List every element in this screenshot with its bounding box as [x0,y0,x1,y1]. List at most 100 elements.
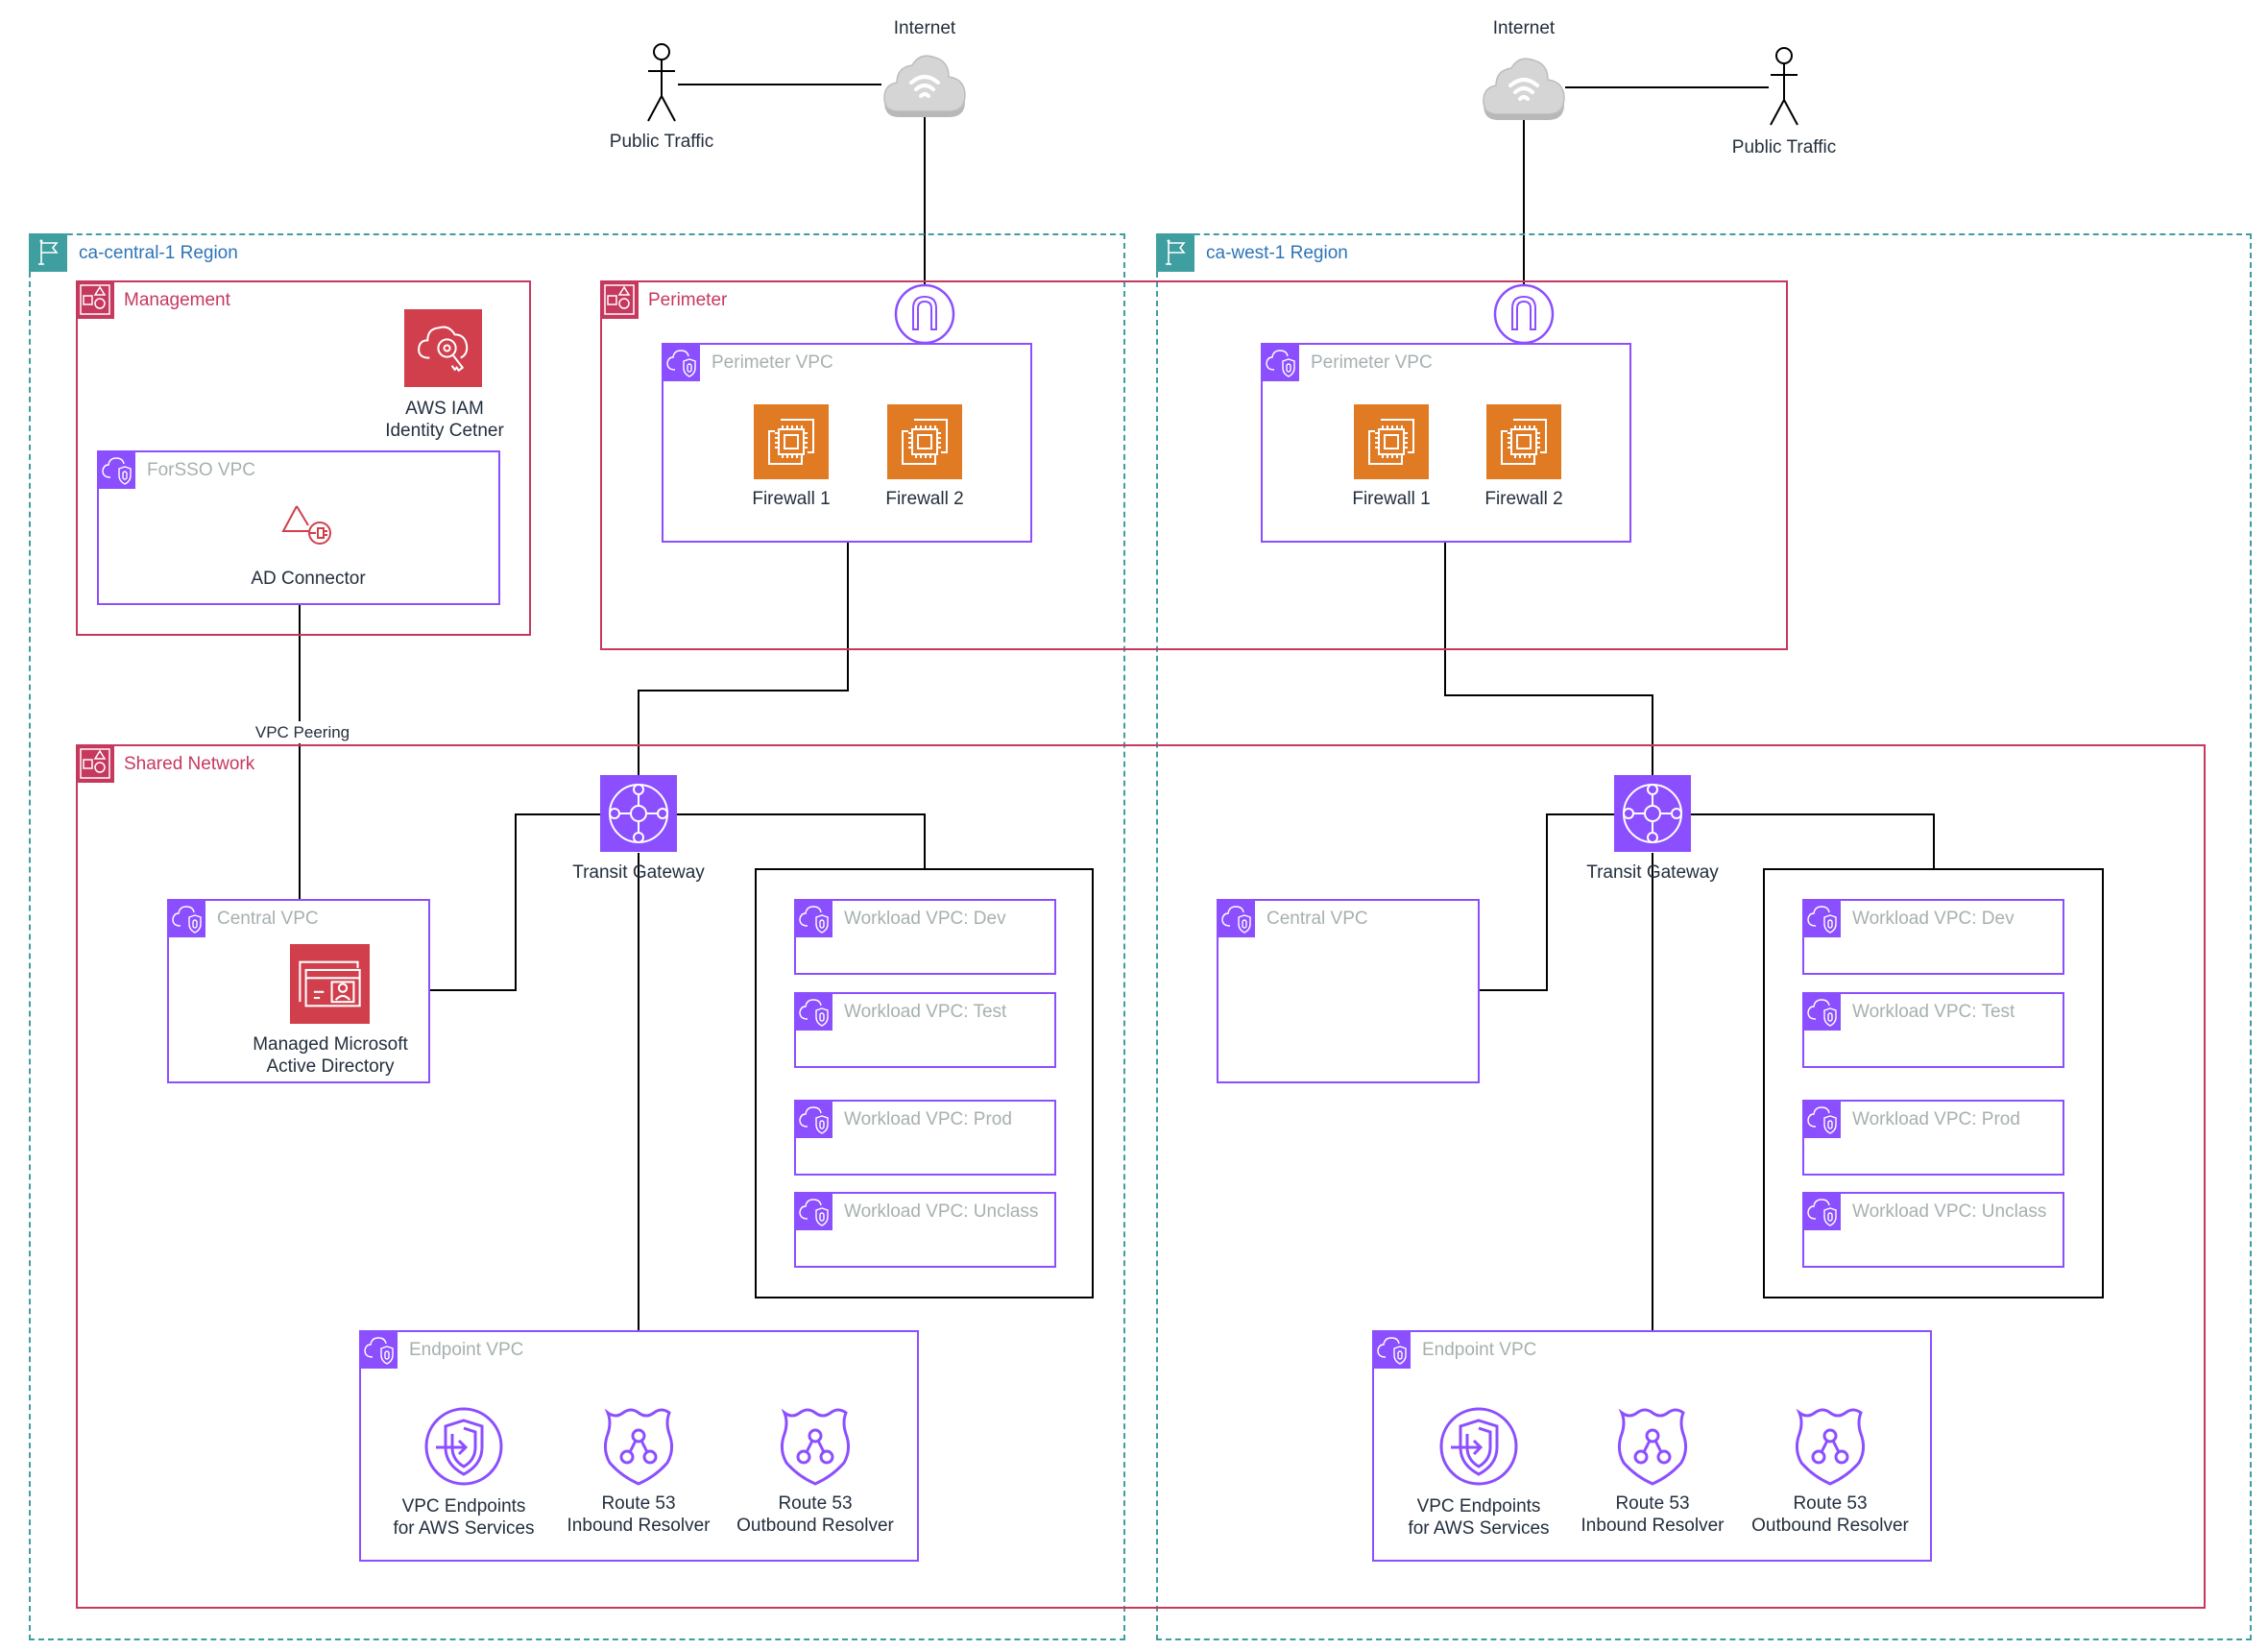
vpc-icon [1372,1330,1411,1369]
central-vpc-west: Central VPC [1217,899,1480,1083]
service-label-line1: VPC Endpoints [401,1496,526,1517]
user-actor-icon [647,43,676,122]
vpc-icon [1802,1192,1841,1230]
ad-connector-label: AD Connector [251,569,366,589]
perimeter-vpc-west: Perimeter VPC [1261,343,1631,543]
vpc-label: Workload VPC: Unclass [844,1201,1039,1222]
vpc-label: Workload VPC: Dev [1852,909,2015,929]
region-label: ca-central-1 Region [79,243,238,263]
internet-label: Internet [1492,18,1556,38]
route53-resolver-icon [777,1405,854,1492]
firewall-ec2-icon [754,404,829,479]
account-label: Management [124,290,230,310]
service-label-line2: for AWS Services [1408,1518,1550,1539]
vpc-label: Workload VPC: Prod [1852,1109,2020,1129]
workload-vpc: Workload VPC: Prod [794,1100,1056,1176]
architecture-diagram: Internet Public Traffic Internet Public … [0,0,2268,1650]
service-label-line2: Inbound Resolver [1580,1516,1725,1536]
internet-cloud-icon [883,55,966,117]
ad-connector-icon [281,505,331,545]
service-label-line2: Inbound Resolver [567,1516,711,1536]
iam-identity-center-icon [404,309,482,387]
vpc-label: Workload VPC: Dev [844,909,1006,929]
service-label-line2: Outbound Resolver [1751,1516,1909,1536]
workload-vpc: Workload VPC: Unclass [1802,1192,2064,1268]
transit-gateway-label: Transit Gateway [1586,862,1719,883]
managed-microsoft-ad-icon [290,944,370,1024]
region-label: ca-west-1 Region [1206,243,1348,263]
service-label-line2: for AWS Services [393,1518,535,1539]
vpc-label: Perimeter VPC [1311,352,1433,373]
vpc-icon [167,899,205,937]
vpc-icon [794,1100,832,1138]
iam-identity-center-label-line1: AWS IAM [405,399,484,419]
workload-vpc: Workload VPC: Test [1802,992,2064,1068]
account-icon [600,280,639,319]
firewall-ec2-icon [887,404,962,479]
service-label-line2: Outbound Resolver [736,1516,894,1536]
vpc-label: Workload VPC: Test [844,1002,1007,1022]
account-label: Shared Network [124,754,255,774]
vpc-icon [359,1330,398,1369]
transit-gateway-icon [1614,775,1691,852]
internet-gateway-icon [1493,283,1555,345]
firewall-ec2-icon [1354,404,1429,479]
internet-gateway-icon [894,283,955,345]
vpc-label: Central VPC [1267,909,1368,929]
firewall-label: Firewall 1 [752,489,831,509]
vpc-icon [1217,899,1255,937]
managed-ad-label-line1: Managed Microsoft [253,1034,408,1055]
workload-vpc: Workload VPC: Dev [1802,899,2064,975]
vpc-icon [1802,899,1841,937]
workload-vpc: Workload VPC: Dev [794,899,1056,975]
vpc-label: Perimeter VPC [712,352,833,373]
perimeter-vpc: Perimeter VPC [662,343,1032,543]
vpc-icon [1261,343,1299,381]
vpc-icon [662,343,700,381]
transit-gateway-icon [600,775,677,852]
firewall-label: Firewall 1 [1352,489,1431,509]
user-actor-icon [1770,47,1798,126]
workload-vpc: Workload VPC: Prod [1802,1100,2064,1176]
firewall-label: Firewall 2 [885,489,964,509]
vpc-icon [1802,1100,1841,1138]
account-icon [76,744,114,783]
service-label-line1: Route 53 [1793,1493,1868,1514]
vpc-label: Workload VPC: Unclass [1852,1201,2047,1222]
account-label: Perimeter [648,290,728,310]
transit-gateway-label: Transit Gateway [572,862,705,883]
route53-resolver-icon [1792,1405,1869,1492]
region-flag-icon [29,233,67,272]
service-label-line1: Route 53 [1615,1493,1690,1514]
vpc-label: Workload VPC: Test [1852,1002,2015,1022]
route53-resolver-icon [1614,1405,1691,1492]
vpc-label: ForSSO VPC [147,460,255,480]
managed-ad-label-line2: Active Directory [266,1056,395,1077]
service-label-line1: VPC Endpoints [1416,1496,1541,1517]
iam-identity-center-label-line2: Identity Cetner [385,421,504,441]
public-traffic-label: Public Traffic [1731,137,1837,158]
vpc-icon [1802,992,1841,1031]
route53-resolver-icon [600,1405,677,1492]
vpc-label: Endpoint VPC [1422,1340,1537,1360]
internet-label: Internet [893,18,956,38]
vpc-peering-label: VPC Peering [254,721,350,743]
public-traffic-label: Public Traffic [609,132,714,152]
internet-cloud-icon [1483,58,1565,120]
vpc-endpoints-icon [1437,1405,1520,1492]
vpc-endpoints-icon [422,1405,505,1492]
vpc-label: Central VPC [217,909,319,929]
service-label-line1: Route 53 [778,1493,853,1514]
vpc-icon [794,1192,832,1230]
vpc-icon [794,899,832,937]
firewall-ec2-icon [1486,404,1561,479]
vpc-icon [794,992,832,1031]
firewall-label: Firewall 2 [1484,489,1563,509]
service-label-line1: Route 53 [601,1493,676,1514]
vpc-label: Endpoint VPC [409,1340,524,1360]
vpc-label: Workload VPC: Prod [844,1109,1012,1129]
account-icon [76,280,114,319]
workload-vpc: Workload VPC: Unclass [794,1192,1056,1268]
region-flag-icon [1156,233,1194,272]
vpc-icon [97,450,135,489]
